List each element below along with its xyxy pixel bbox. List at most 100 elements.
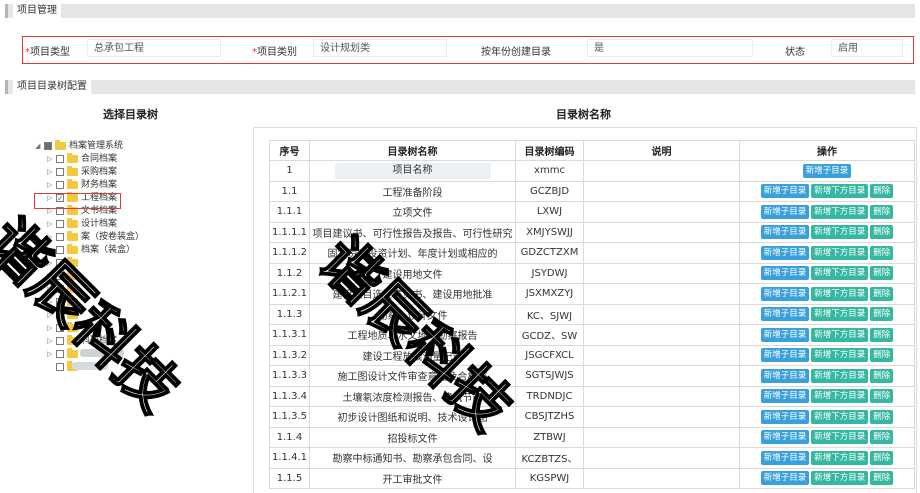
delete-button[interactable]: 删除: [870, 348, 894, 363]
add-child-button[interactable]: 新增子目录: [760, 368, 810, 383]
add-child-button[interactable]: 新增子目录: [760, 450, 810, 465]
checkbox[interactable]: [56, 363, 64, 371]
col-header-name: 目录树名称: [309, 140, 516, 161]
add-child-button[interactable]: 新增子目录: [760, 307, 810, 322]
checkbox[interactable]: [44, 142, 52, 150]
section-bar-directory-config: 项目目录树配置: [5, 80, 915, 94]
add-below-button[interactable]: 新增下方目录: [811, 389, 869, 404]
delete-button[interactable]: 删除: [870, 204, 894, 219]
add-below-button[interactable]: 新增下方目录: [811, 266, 869, 281]
cell-no: 1.1.3.1: [269, 324, 310, 346]
cell-note: [583, 242, 740, 264]
cell-ops: 新增子目录 新增下方目录 删除: [739, 426, 915, 448]
checkbox[interactable]: [56, 350, 64, 358]
cell-note: [583, 324, 740, 346]
add-below-button[interactable]: 新增下方目录: [811, 245, 869, 260]
delete-button[interactable]: 删除: [870, 471, 894, 486]
expand-icon[interactable]: ▷: [47, 348, 52, 361]
cell-ops: 新增子目录 新增下方目录 删除: [739, 242, 915, 264]
project-type-field[interactable]: 总承包工程: [87, 39, 221, 57]
delete-button[interactable]: 删除: [870, 307, 894, 322]
add-below-button[interactable]: 新增下方目录: [811, 348, 869, 363]
add-below-button[interactable]: 新增下方目录: [811, 286, 869, 301]
cell-name: 勘察中标通知书、勘察承包合同、设: [309, 447, 516, 469]
add-child-button[interactable]: 新增子目录: [760, 266, 810, 281]
add-below-button[interactable]: 新增下方目录: [811, 471, 869, 486]
checkbox[interactable]: [56, 168, 64, 176]
cell-ops: 新增子目录 新增下方目录 删除: [739, 303, 915, 325]
add-below-button[interactable]: 新增下方目录: [811, 368, 869, 383]
add-child-button[interactable]: 新增子目录: [760, 327, 810, 342]
cell-code: xmmc: [515, 160, 584, 182]
delete-button[interactable]: 删除: [870, 389, 894, 404]
cell-name: 开工审批文件: [309, 467, 516, 489]
delete-button[interactable]: 删除: [870, 430, 894, 445]
cell-note: [583, 385, 740, 407]
delete-button[interactable]: 删除: [870, 266, 894, 281]
add-child-button[interactable]: 新增子目录: [760, 225, 810, 240]
cell-no: 1.1.5: [269, 467, 310, 489]
cell-note: [583, 426, 740, 448]
checkbox[interactable]: [56, 155, 64, 163]
delete-button[interactable]: 删除: [870, 286, 894, 301]
cell-code: KC、SJWJ: [515, 303, 584, 325]
cell-note: [583, 447, 740, 469]
add-child-button[interactable]: 新增子目录: [760, 204, 810, 219]
section-mark: [5, 4, 8, 18]
add-child-button[interactable]: 新增子目录: [760, 409, 810, 424]
add-child-button[interactable]: 新增子目录: [760, 184, 810, 199]
add-below-button[interactable]: 新增下方目录: [811, 184, 869, 199]
collapse-icon[interactable]: ◢: [35, 140, 40, 153]
tree-node[interactable]: ▷ 采购档案: [30, 166, 250, 179]
add-below-button[interactable]: 新增下方目录: [811, 307, 869, 322]
add-below-button[interactable]: 新增下方目录: [811, 225, 869, 240]
project-category-field[interactable]: 设计规划类: [313, 39, 447, 57]
add-below-button[interactable]: 新增下方目录: [811, 409, 869, 424]
cell-code: KGSPWJ: [515, 467, 584, 489]
cell-ops: 新增子目录 新增下方目录 删除: [739, 180, 915, 202]
cell-note: [583, 262, 740, 284]
add-below-button[interactable]: 新增下方目录: [811, 450, 869, 465]
expand-icon[interactable]: ▷: [47, 166, 52, 179]
add-below-button[interactable]: 新增下方目录: [811, 204, 869, 219]
add-child-button[interactable]: 新增子目录: [760, 430, 810, 445]
add-child-button[interactable]: 新增子目录: [760, 245, 810, 260]
expand-icon[interactable]: ▷: [47, 179, 52, 192]
add-child-button[interactable]: 新增子目录: [760, 389, 810, 404]
cell-ops: 新增子目录: [739, 160, 915, 182]
tree-node[interactable]: ▷ 财务档案: [30, 179, 250, 192]
delete-button[interactable]: 删除: [870, 368, 894, 383]
cell-note: [583, 344, 740, 366]
delete-button[interactable]: 删除: [870, 184, 894, 199]
delete-button[interactable]: 删除: [870, 409, 894, 424]
status-label: 状态: [785, 47, 805, 58]
add-child-button[interactable]: 新增子目录: [802, 163, 852, 178]
cell-no: 1: [269, 160, 310, 182]
by-year-field[interactable]: 是: [587, 39, 753, 57]
cell-code: KCZBTZS、: [515, 447, 584, 469]
tree-node-root[interactable]: ◢ 档案管理系统: [30, 140, 250, 153]
add-below-button[interactable]: 新增下方目录: [811, 430, 869, 445]
expand-icon[interactable]: ▷: [47, 153, 52, 166]
cell-ops: 新增子目录 新增下方目录 删除: [739, 447, 915, 469]
table-row: 1.1.3.3 施工图设计文件审查意见及合格书 SGTSJWJS 新增子目录 新增下方目…: [269, 365, 915, 387]
cell-note: [583, 467, 740, 489]
delete-button[interactable]: 删除: [870, 225, 894, 240]
delete-button[interactable]: 删除: [870, 450, 894, 465]
cell-ops: 新增子目录 新增下方目录 删除: [739, 283, 915, 305]
delete-button[interactable]: 删除: [870, 245, 894, 260]
add-child-button[interactable]: 新增子目录: [760, 348, 810, 363]
cell-ops: 新增子目录 新增下方目录 删除: [739, 324, 915, 346]
cell-note: [583, 283, 740, 305]
add-below-button[interactable]: 新增下方目录: [811, 327, 869, 342]
cell-no: 1.1.3.5: [269, 406, 310, 428]
checkbox[interactable]: [56, 181, 64, 189]
tree-node[interactable]: ▷ 合同档案: [30, 153, 250, 166]
delete-button[interactable]: 删除: [870, 327, 894, 342]
status-field[interactable]: 启用: [831, 39, 903, 57]
section-title: 项目管理: [13, 4, 61, 18]
add-child-button[interactable]: 新增子目录: [760, 286, 810, 301]
folder-icon: [67, 179, 78, 189]
add-child-button[interactable]: 新增子目录: [760, 471, 810, 486]
cell-note: [583, 406, 740, 428]
